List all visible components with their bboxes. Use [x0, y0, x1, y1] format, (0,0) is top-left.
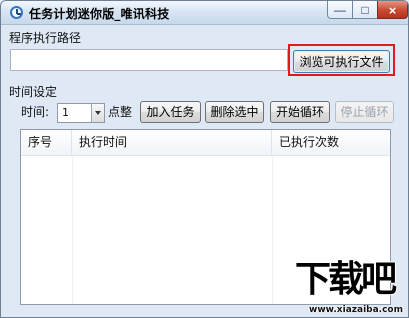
chevron-down-icon: [95, 111, 101, 115]
add-task-button[interactable]: 加入任务: [140, 101, 201, 123]
hour-value: 1: [62, 106, 69, 119]
maximize-button[interactable]: □: [352, 1, 378, 19]
hour-dropdown-button[interactable]: [91, 104, 104, 122]
download-site-watermark: 下载吧 www.xiazaiba.com: [281, 257, 407, 317]
column-header-sequence[interactable]: 序号: [21, 130, 72, 155]
program-path-label: 程序执行路径: [9, 31, 82, 45]
column-header-executed-count[interactable]: 已执行次数: [272, 130, 390, 155]
minimize-button[interactable]: —: [327, 1, 353, 19]
column-divider: [272, 156, 273, 304]
close-button[interactable]: ×: [377, 1, 408, 19]
hour-label: 时间:: [21, 105, 50, 119]
stop-loop-button[interactable]: 停止循环: [335, 101, 394, 123]
delete-selected-button[interactable]: 删除选中: [205, 101, 264, 123]
hour-select[interactable]: 1: [57, 103, 105, 123]
time-settings-label: 时间设定: [9, 85, 58, 99]
title-bar: 任务计划迷你版_唯讯科技 — □ ×: [1, 1, 408, 25]
hour-suffix-label: 点整: [108, 105, 133, 119]
watermark-logo-text: 下载吧: [294, 259, 397, 300]
clock-icon: [10, 6, 23, 19]
column-divider: [72, 156, 73, 304]
window-title: 任务计划迷你版_唯讯科技: [29, 7, 170, 21]
browse-button-highlight-frame: [288, 44, 395, 76]
column-header-execution-time[interactable]: 执行时间: [72, 130, 272, 155]
task-scheduler-window: 任务计划迷你版_唯讯科技 — □ × 程序执行路径 浏览可执行文件 时间设定 时…: [0, 0, 409, 318]
start-loop-button[interactable]: 开始循环: [270, 101, 330, 123]
watermark-url: www.xiazaiba.com: [309, 305, 403, 315]
task-table-header: 序号 执行时间 已执行次数: [21, 130, 390, 156]
program-path-input[interactable]: [10, 49, 288, 71]
